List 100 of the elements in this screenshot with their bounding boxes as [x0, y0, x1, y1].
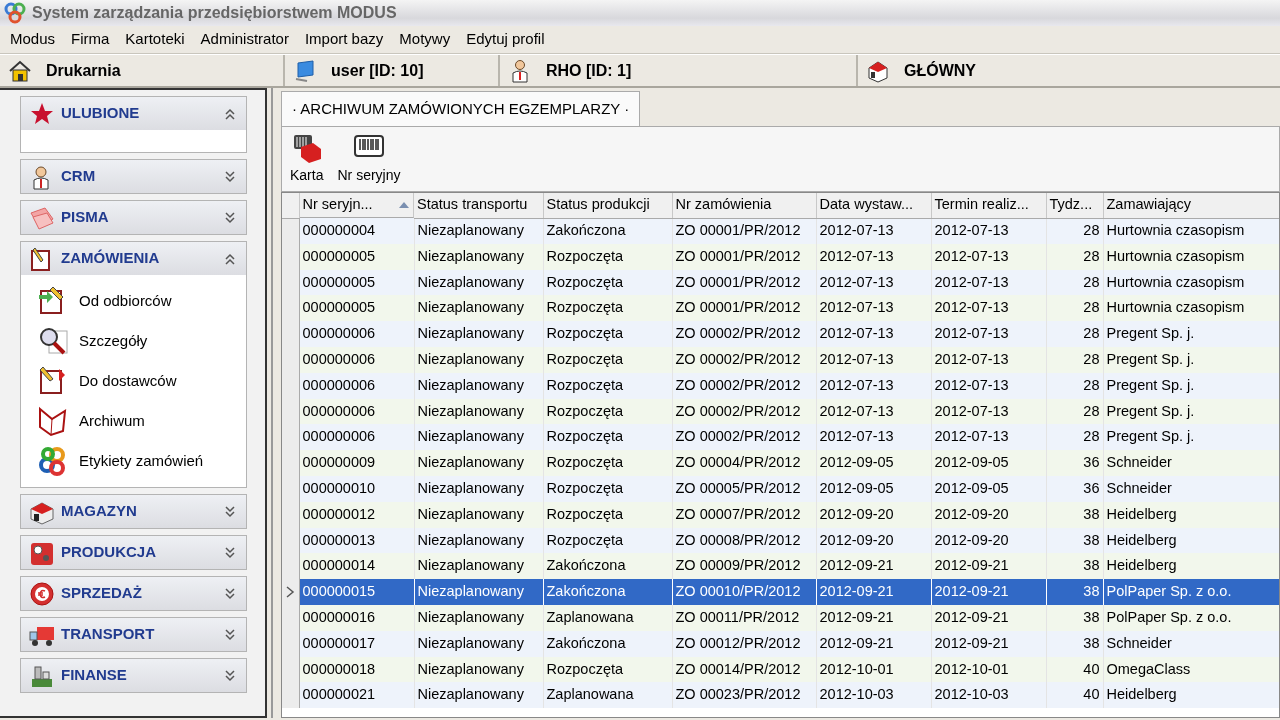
column-header[interactable]: Termin realiz...	[931, 193, 1046, 218]
table-cell: 2012-09-20	[931, 501, 1046, 528]
table-cell: 2012-09-21	[816, 553, 931, 580]
group-header[interactable]: FINANSE	[21, 659, 246, 692]
papers-icon	[29, 204, 55, 231]
table-cell: ZO 00012/PR/2012	[672, 630, 816, 657]
table-cell: 000000016	[299, 604, 414, 631]
column-header[interactable]: Zamawiający	[1103, 193, 1279, 218]
toolbar-button[interactable]: Nr seryjny	[333, 133, 405, 186]
column-header[interactable]: Nr zamówienia	[672, 193, 816, 218]
sidebar-item[interactable]: Archiwum	[37, 401, 246, 441]
expand-icon[interactable]	[224, 587, 236, 600]
table-cell: ZO 00001/PR/2012	[672, 269, 816, 296]
table-cell: Niezaplanowany	[414, 501, 543, 528]
table-cell: Niezaplanowany	[414, 682, 543, 709]
table-cell: Niezaplanowany	[414, 321, 543, 347]
table-cell: Schneider	[1103, 630, 1279, 657]
table-cell: 2012-09-20	[931, 527, 1046, 554]
menu-item[interactable]: Import bazy	[296, 26, 392, 53]
table-cell: 28	[1046, 424, 1103, 451]
table-cell: 000000017	[299, 630, 414, 657]
table-cell: 2012-09-21	[931, 604, 1046, 631]
group-header[interactable]: ULUBIONE	[21, 97, 246, 130]
table-cell: ZO 00023/PR/2012	[672, 682, 816, 709]
table-cell: Zakończona	[543, 218, 672, 244]
expand-icon[interactable]	[224, 170, 236, 183]
column-header[interactable]: Status produkcji	[543, 193, 672, 218]
table-cell: Rozpoczęta	[543, 347, 672, 373]
status-text: Drukarnia	[46, 60, 121, 81]
table-cell: Pregent Sp. j.	[1103, 347, 1279, 373]
table-cell: ZO 00002/PR/2012	[672, 424, 816, 451]
table-cell: 2012-09-21	[816, 604, 931, 631]
table-cell: ZO 00008/PR/2012	[672, 527, 816, 554]
table-cell: 2012-07-13	[816, 398, 931, 425]
status-text: RHO [ID: 1]	[546, 60, 632, 81]
table-cell: Rozpoczęta	[543, 501, 672, 528]
group-header[interactable]: MAGAZYN	[21, 495, 246, 528]
table-cell: 2012-09-21	[816, 579, 931, 605]
group-header[interactable]: ZAMÓWIENIA	[21, 242, 246, 275]
table-cell: Niezaplanowany	[414, 218, 543, 244]
table-cell: OmegaClass	[1103, 656, 1279, 683]
table-cell: 2012-07-13	[931, 321, 1046, 347]
expand-icon[interactable]	[224, 505, 236, 518]
column-header[interactable]: Tydz...	[1046, 193, 1103, 218]
column-header[interactable]: Data wystaw...	[816, 193, 931, 218]
table-cell: Niezaplanowany	[414, 656, 543, 683]
magnifier-icon	[37, 325, 69, 357]
menu-item[interactable]: Motywy	[391, 26, 459, 53]
table-cell: 2012-07-13	[931, 347, 1046, 373]
table-cell: 000000018	[299, 656, 414, 683]
sidebar-item[interactable]: Do dostawców	[37, 361, 246, 401]
table-cell: Pregent Sp. j.	[1103, 321, 1279, 347]
toolbar-button[interactable]: Karta	[286, 133, 328, 186]
table-cell: Hurtownia czasopism	[1103, 243, 1279, 270]
table-cell: ZO 00011/PR/2012	[672, 604, 816, 631]
menu-item[interactable]: Firma	[63, 26, 118, 53]
table-cell: Niezaplanowany	[414, 243, 543, 270]
table-cell: 2012-09-21	[931, 630, 1046, 657]
menu-item[interactable]: Administrator	[192, 26, 297, 53]
group-header[interactable]: SPRZEDAŻ	[21, 577, 246, 610]
table-cell: ZO 00001/PR/2012	[672, 295, 816, 322]
table-cell: 2012-07-13	[931, 424, 1046, 451]
table-cell: Zakończona	[543, 553, 672, 580]
group-header[interactable]: CRM	[21, 160, 246, 193]
logo-icon	[4, 2, 26, 24]
group-header[interactable]: TRANSPORT	[21, 618, 246, 651]
group-header[interactable]: PRODUKCJA	[21, 536, 246, 569]
expand-icon[interactable]	[224, 546, 236, 559]
menu-item[interactable]: Edytuj profil	[458, 26, 553, 53]
column-header[interactable]: Status transportu	[414, 193, 543, 218]
table-cell: Rozpoczęta	[543, 269, 672, 296]
menu-item[interactable]: Modus	[2, 26, 64, 53]
table-cell: 2012-09-05	[816, 475, 931, 502]
expand-icon[interactable]	[224, 628, 236, 641]
group-header[interactable]: PISMA	[21, 201, 246, 234]
table-cell: ZO 00007/PR/2012	[672, 501, 816, 528]
table-cell: 000000010	[299, 475, 414, 502]
table-cell: 38	[1046, 553, 1103, 580]
collapse-icon[interactable]	[224, 107, 236, 120]
table-cell: Rozpoczęta	[543, 372, 672, 399]
table-cell: Niezaplanowany	[414, 579, 543, 605]
table-cell: Niezaplanowany	[414, 347, 543, 373]
expand-icon[interactable]	[224, 211, 236, 224]
tab[interactable]: · ARCHIWUM ZAMÓWIONYCH EGZEMPLARZY ·	[281, 90, 641, 126]
table-cell: Hurtownia czasopism	[1103, 295, 1279, 322]
table-cell: 2012-07-13	[931, 398, 1046, 425]
collapse-icon[interactable]	[224, 252, 236, 265]
sidebar-item[interactable]: Od odbiorców	[37, 281, 246, 321]
table-cell: ZO 00002/PR/2012	[672, 398, 816, 425]
menu-item[interactable]: Kartoteki	[117, 26, 193, 53]
sidebar-item[interactable]: Etykiety zamówień	[37, 441, 246, 481]
table-cell: ZO 00001/PR/2012	[672, 218, 816, 244]
column-header[interactable]: Nr seryjn...	[299, 193, 414, 218]
table-cell: 000000009	[299, 450, 414, 476]
table-cell: 2012-09-21	[931, 553, 1046, 580]
sidebar-item[interactable]: Szczegóły	[37, 321, 246, 361]
table-cell: 2012-09-21	[931, 579, 1046, 605]
expand-icon[interactable]	[224, 669, 236, 682]
status-text: GŁÓWNY	[904, 60, 976, 81]
table-cell: Rozpoczęta	[543, 475, 672, 502]
